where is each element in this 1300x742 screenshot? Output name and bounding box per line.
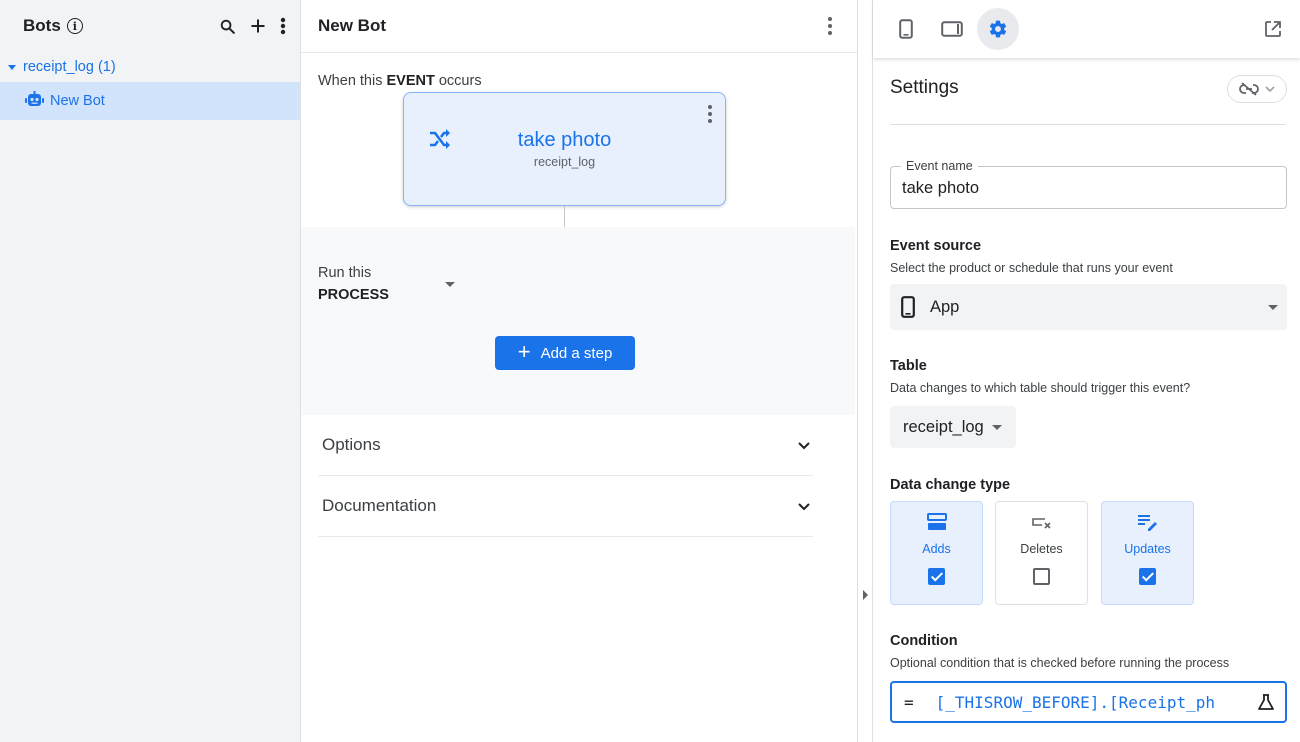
chevron-down-icon	[798, 496, 810, 516]
app-root: Bots i receipt_log (1) New Bot New Bot W…	[0, 0, 1300, 742]
add-rows-icon	[891, 513, 982, 531]
event-source-title: Event source	[890, 238, 982, 254]
editor-more-icon[interactable]	[820, 13, 840, 39]
delete-row-icon	[996, 513, 1087, 531]
dropdown-caret-icon	[991, 424, 1002, 430]
flask-icon[interactable]	[1257, 693, 1275, 716]
event-card-subtitle: receipt_log	[533, 155, 596, 169]
data-change-title: Data change type	[890, 477, 1011, 493]
data-change-deletes[interactable]: Deletes	[995, 501, 1088, 605]
bots-header: Bots i	[0, 0, 300, 52]
event-source-subtitle: Select the product or schedule that runs…	[890, 261, 1173, 275]
tree-group-label: receipt_log (1)	[23, 59, 116, 75]
tree-group-receipt-log[interactable]: receipt_log (1)	[0, 52, 300, 82]
tab-tablet-preview[interactable]	[931, 8, 973, 50]
bot-editor: New Bot When this EVENT occurs take phot…	[301, 0, 857, 742]
data-change-updates[interactable]: Updates	[1101, 501, 1194, 605]
collapse-caret-icon[interactable]	[863, 590, 868, 600]
event-label-suffix: occurs	[434, 73, 482, 89]
link-off-icon	[1239, 82, 1259, 96]
adds-label: Adds	[922, 542, 951, 556]
table-subtitle: Data changes to which table should trigg…	[890, 381, 1191, 395]
event-label-keyword: EVENT	[386, 73, 435, 89]
link-toggle-button[interactable]	[1227, 75, 1287, 103]
edit-note-icon	[1102, 513, 1193, 531]
dropdown-caret-icon	[1268, 305, 1278, 310]
panel-splitter[interactable]	[857, 0, 873, 742]
adds-checkbox[interactable]	[928, 568, 945, 585]
tablet-icon	[941, 21, 963, 37]
updates-checkbox[interactable]	[1139, 568, 1156, 585]
info-icon[interactable]: i	[66, 18, 83, 34]
more-vert-icon[interactable]	[280, 17, 286, 35]
phone-icon	[899, 19, 913, 39]
condition-title: Condition	[890, 633, 958, 649]
tab-mobile-preview[interactable]	[885, 8, 927, 50]
robot-icon	[25, 91, 44, 111]
table-title: Table	[890, 358, 927, 374]
event-card[interactable]: take photo receipt_log	[403, 92, 726, 206]
deletes-label: Deletes	[1020, 542, 1063, 556]
tab-settings[interactable]	[977, 8, 1019, 50]
event-card-more-icon[interactable]	[706, 103, 714, 125]
phone-icon	[901, 296, 915, 318]
chevron-down-icon	[798, 435, 810, 455]
condition-input[interactable]: = [_THISROW_BEFORE].[Receipt_ph	[890, 681, 1287, 723]
add-step-button[interactable]: + Add a step	[495, 336, 635, 370]
data-change-adds[interactable]: Adds	[890, 501, 983, 605]
condition-expression[interactable]: [_THISROW_BEFORE].[Receipt_ph	[936, 693, 1246, 712]
condition-subtitle: Optional condition that is checked befor…	[890, 656, 1230, 670]
process-label: Run this	[318, 265, 372, 281]
condition-equals: =	[904, 692, 914, 712]
process-dropdown-caret-icon[interactable]	[445, 282, 455, 287]
event-source-value: App	[930, 297, 960, 316]
gear-icon	[989, 20, 1007, 38]
expand-caret-icon[interactable]	[8, 64, 16, 70]
table-value: receipt_log	[903, 417, 984, 436]
event-source-select[interactable]: App	[890, 284, 1287, 330]
editor-title: New Bot	[318, 16, 386, 35]
bots-sidebar: Bots i receipt_log (1) New Bot	[0, 0, 301, 742]
event-name-field[interactable]: Event name take photo	[890, 159, 1287, 209]
settings-divider	[890, 124, 1286, 125]
tree-item-new-bot[interactable]: New Bot	[0, 82, 300, 120]
table-select[interactable]: receipt_log	[890, 406, 1016, 448]
chevron-down-icon	[1265, 85, 1275, 92]
settings-panel: Settings Event name take photo Event sou…	[873, 0, 1300, 742]
event-label-prefix: When this	[318, 73, 387, 89]
editor-header: New Bot	[301, 0, 857, 53]
flow-connector	[564, 206, 565, 227]
process-section: Run this PROCESS + Add a step	[301, 227, 855, 415]
tree-item-label: New Bot	[50, 93, 105, 109]
deletes-checkbox[interactable]	[1033, 568, 1050, 585]
options-label: Options	[322, 435, 381, 454]
plus-icon: +	[517, 339, 531, 364]
add-bot-icon[interactable]	[250, 18, 266, 34]
open-in-new-icon[interactable]	[1264, 20, 1282, 43]
updates-label: Updates	[1124, 542, 1171, 556]
event-name-value[interactable]: take photo	[902, 179, 979, 198]
event-label: When this EVENT occurs	[318, 73, 482, 89]
options-accordion[interactable]: Options	[318, 415, 813, 476]
settings-title: Settings	[890, 77, 959, 98]
bots-title: Bots	[23, 16, 61, 35]
settings-tabs	[873, 0, 1300, 58]
add-step-label: Add a step	[540, 344, 613, 362]
event-card-title: take photo	[517, 129, 612, 151]
bots-actions	[219, 17, 286, 35]
process-keyword: PROCESS	[318, 287, 389, 303]
documentation-label: Documentation	[322, 496, 437, 515]
search-icon[interactable]	[219, 18, 236, 35]
event-name-label: Event name	[901, 159, 978, 173]
documentation-accordion[interactable]: Documentation	[318, 476, 813, 537]
